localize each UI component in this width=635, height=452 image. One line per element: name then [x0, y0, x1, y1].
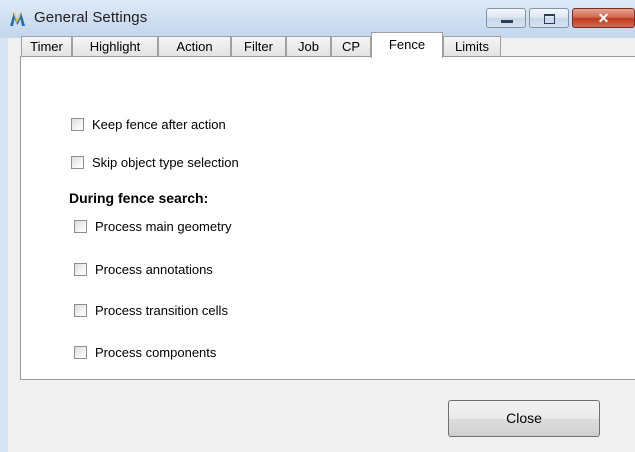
window-title: General Settings [34, 9, 148, 26]
general-settings-window: General Settings ✕ Timer Highlight Actio… [0, 0, 635, 452]
tab-cp[interactable]: CP [331, 36, 371, 57]
tab-timer[interactable]: Timer [21, 36, 72, 57]
process-components-checkbox[interactable] [74, 345, 87, 359]
process-annotations-option[interactable]: Process annotations [74, 260, 213, 278]
process-transition-cells-label: Process transition cells [95, 302, 228, 318]
tab-limits[interactable]: Limits [443, 36, 501, 57]
process-main-geometry-option[interactable]: Process main geometry [74, 217, 232, 235]
process-annotations-checkbox[interactable] [74, 262, 87, 276]
keep-fence-checkbox[interactable] [71, 117, 84, 131]
microstation-logo-icon [10, 12, 25, 26]
keep-fence-label: Keep fence after action [92, 116, 226, 132]
process-components-option[interactable]: Process components [74, 343, 216, 361]
maximize-icon [544, 14, 555, 24]
process-transition-cells-option[interactable]: Process transition cells [74, 301, 228, 319]
maximize-button[interactable] [529, 8, 569, 28]
tab-action[interactable]: Action [158, 36, 231, 57]
skip-object-type-label: Skip object type selection [92, 154, 239, 170]
tab-highlight[interactable]: Highlight [72, 36, 158, 57]
fence-tab-panel: Keep fence after action Skip object type… [20, 56, 635, 380]
tab-job[interactable]: Job [286, 36, 331, 57]
title-bar[interactable]: General Settings ✕ [0, 0, 635, 38]
close-button[interactable]: Close [448, 400, 600, 437]
tab-fence[interactable]: Fence [371, 32, 443, 58]
keep-fence-option[interactable]: Keep fence after action [71, 115, 226, 133]
process-components-label: Process components [95, 344, 217, 360]
process-main-geometry-label: Process main geometry [95, 218, 232, 234]
close-window-button[interactable]: ✕ [572, 8, 635, 28]
fence-search-heading: During fence search: [69, 190, 209, 206]
close-icon: ✕ [597, 10, 610, 26]
process-annotations-label: Process annotations [95, 261, 213, 277]
minimize-button[interactable] [486, 8, 526, 28]
skip-object-type-option[interactable]: Skip object type selection [71, 153, 239, 171]
process-main-geometry-checkbox[interactable] [74, 219, 87, 233]
tab-filter[interactable]: Filter [231, 36, 286, 57]
minimize-icon [501, 20, 513, 23]
process-transition-cells-checkbox[interactable] [74, 303, 87, 317]
skip-object-type-checkbox[interactable] [71, 155, 84, 169]
